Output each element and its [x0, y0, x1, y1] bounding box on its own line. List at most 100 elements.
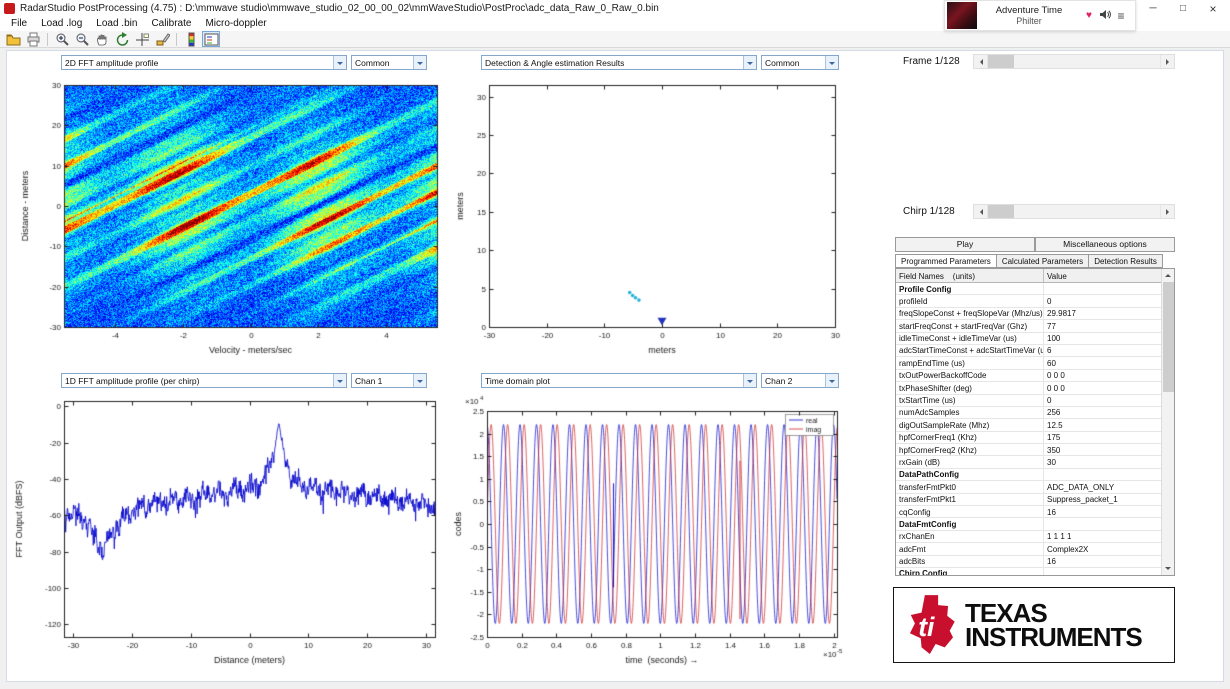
chevron-down-icon[interactable] [333, 56, 346, 69]
logo-line2: INSTRUMENTS [965, 622, 1143, 652]
field-name-cell: transferFmtPkt1 [896, 493, 1044, 506]
field-name-cell: adcFmt [896, 543, 1044, 555]
chevron-down-icon[interactable] [825, 56, 838, 69]
chevron-down-icon[interactable] [743, 56, 756, 69]
chevron-down-icon[interactable] [413, 56, 426, 69]
menu-calibrate[interactable]: Calibrate [144, 17, 198, 31]
plot2-channel-select[interactable]: Common [761, 55, 839, 70]
value-cell: Complex2X [1047, 544, 1089, 554]
menu-file[interactable]: File [4, 17, 34, 31]
table-row[interactable]: rxGain (dB) 30 [896, 456, 1161, 469]
field-name-cell: adcStartTimeConst + adcStartTimeVar (us) [896, 344, 1044, 357]
plot1-type-select[interactable]: 2D FFT amplitude profile [61, 55, 347, 70]
value-cell: 12.5 [1047, 420, 1063, 430]
insert-colorbar-icon[interactable] [182, 31, 200, 47]
insert-legend-icon[interactable] [202, 31, 220, 47]
value-cell: 175 [1047, 433, 1061, 443]
table-scrollbar[interactable] [1161, 269, 1174, 575]
maximize-button[interactable]: □ [1168, 0, 1198, 17]
table-row[interactable]: digOutSampleRate (Mhz) 12.5 [896, 419, 1161, 432]
volume-icon[interactable] [1097, 9, 1113, 23]
plot3-type-select[interactable]: 1D FFT amplitude profile (per chirp) [61, 373, 347, 388]
fft-profile-plot[interactable] [9, 391, 449, 681]
value-cell: 0 [1047, 396, 1052, 406]
toolbar [0, 31, 1230, 48]
table-row[interactable]: startFreqConst + startFreqVar (Ghz) 77 [896, 320, 1161, 333]
table-row[interactable]: Profile Config [896, 283, 1161, 296]
scroll-left-icon[interactable] [974, 205, 988, 218]
table-row[interactable]: adcFmt Complex2X [896, 543, 1161, 556]
range-velocity-heatmap[interactable] [15, 73, 447, 373]
table-row[interactable]: cqConfig 16 [896, 506, 1161, 519]
pan-hand-icon[interactable] [93, 31, 111, 47]
table-row[interactable]: freqSlopeConst + freqSlopeVar (Mhz/us) 29… [896, 307, 1161, 321]
table-scroll-thumb[interactable] [1163, 282, 1174, 392]
album-art[interactable] [947, 2, 977, 29]
chevron-down-icon[interactable] [413, 374, 426, 387]
scroll-up-icon[interactable] [1162, 269, 1174, 281]
svg-text:ti: ti [918, 612, 935, 642]
table-row[interactable]: txOutPowerBackoffCode 0 0 0 [896, 369, 1161, 383]
value-cell: 60 [1047, 358, 1056, 368]
app-icon [4, 3, 15, 14]
zoom-in-icon[interactable] [53, 31, 71, 47]
table-row[interactable]: adcStartTimeConst + adcStartTimeVar (us)… [896, 344, 1161, 358]
scroll-right-icon[interactable] [1160, 55, 1174, 68]
table-row[interactable]: hpfCornerFreq2 (Khz) 350 [896, 444, 1161, 457]
plot1-channel-select[interactable]: Common [351, 55, 427, 70]
table-row[interactable]: txPhaseShifter (deg) 0 0 0 [896, 382, 1161, 395]
plot2-type-select[interactable]: Detection & Angle estimation Results [481, 55, 757, 70]
field-name-cell: idleTimeConst + idleTimeVar (us) [896, 332, 1044, 344]
table-row[interactable]: txStartTime (us) 0 [896, 394, 1161, 407]
table-row[interactable]: numAdcSamples 256 [896, 406, 1161, 420]
field-name-cell: txPhaseShifter (deg) [896, 382, 1044, 394]
chevron-down-icon[interactable] [825, 374, 838, 387]
chevron-down-icon[interactable] [743, 374, 756, 387]
brush-icon[interactable] [153, 31, 171, 47]
table-row[interactable]: profileId 0 [896, 295, 1161, 308]
table-row[interactable]: DataFmtConfig [896, 518, 1161, 531]
rotate-3d-icon[interactable] [113, 31, 131, 47]
close-button[interactable]: × [1198, 0, 1228, 17]
menu-micro-doppler[interactable]: Micro-doppler [198, 17, 273, 31]
table-row[interactable]: rxChanEn 1 1 1 1 [896, 530, 1161, 544]
play-button[interactable]: Play [895, 237, 1035, 252]
plot4-type-select[interactable]: Time domain plot [481, 373, 757, 388]
chirp-scroll-thumb[interactable] [988, 205, 1014, 218]
data-cursor-icon[interactable] [133, 31, 151, 47]
detection-scatter-plot[interactable] [451, 73, 847, 373]
minimize-button[interactable]: ─ [1138, 0, 1168, 17]
favorite-heart-icon[interactable]: ♥ [1081, 10, 1097, 21]
tab-detection-results[interactable]: Detection Results [1089, 254, 1163, 268]
frame-scrollbar[interactable] [973, 54, 1175, 69]
value-cell: 16 [1047, 507, 1056, 517]
table-row[interactable]: Chirp Config [896, 567, 1161, 575]
miscellaneous-options-button[interactable]: Miscellaneous options [1035, 237, 1175, 252]
menu-load-log[interactable]: Load .log [34, 17, 89, 31]
table-row[interactable]: transferFmtPkt0 ADC_DATA_ONLY [896, 481, 1161, 494]
value-cell: 16 [1047, 557, 1056, 567]
field-name-cell: DataPathConfig [896, 468, 1044, 481]
table-row[interactable]: rampEndTime (us) 60 [896, 357, 1161, 370]
table-row[interactable]: idleTimeConst + idleTimeVar (us) 100 [896, 332, 1161, 345]
open-folder-icon[interactable] [4, 31, 22, 47]
menu-icon[interactable]: ≡ [1113, 9, 1129, 23]
scroll-left-icon[interactable] [974, 55, 988, 68]
scroll-right-icon[interactable] [1160, 205, 1174, 218]
tab-programmed-parameters[interactable]: Programmed Parameters [895, 254, 997, 268]
scroll-down-icon[interactable] [1162, 563, 1174, 575]
plot4-channel-select[interactable]: Chan 2 [761, 373, 839, 388]
chirp-scrollbar[interactable] [973, 204, 1175, 219]
table-row[interactable]: hpfCornerFreq1 (Khz) 175 [896, 431, 1161, 445]
table-row[interactable]: DataPathConfig [896, 468, 1161, 482]
print-icon[interactable] [24, 31, 42, 47]
time-domain-plot[interactable] [451, 391, 849, 681]
table-row[interactable]: transferFmtPkt1 Suppress_packet_1 [896, 493, 1161, 507]
chevron-down-icon[interactable] [333, 374, 346, 387]
tab-calculated-parameters[interactable]: Calculated Parameters [996, 254, 1090, 268]
plot3-channel-select[interactable]: Chan 1 [351, 373, 427, 388]
menu-load-bin[interactable]: Load .bin [89, 17, 144, 31]
zoom-out-icon[interactable] [73, 31, 91, 47]
frame-scroll-thumb[interactable] [988, 55, 1014, 68]
table-row[interactable]: adcBits 16 [896, 555, 1161, 568]
